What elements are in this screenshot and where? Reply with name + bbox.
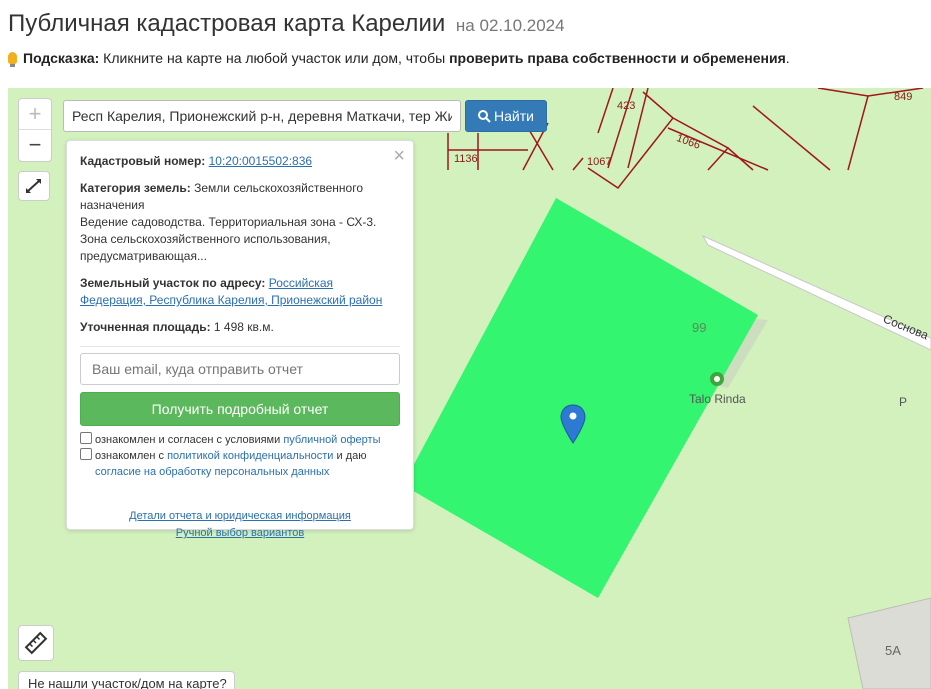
address-search-input[interactable] bbox=[63, 100, 461, 132]
poi-label[interactable]: Talo Rinda bbox=[689, 392, 746, 406]
email-input[interactable] bbox=[80, 353, 400, 385]
offer-text: ознакомлен и согласен с условиями bbox=[95, 434, 284, 446]
address-label: Земельный участок по адресу: bbox=[80, 276, 266, 290]
ruler-icon bbox=[24, 631, 48, 655]
hint-bold: проверить права собственности и обремене… bbox=[449, 50, 786, 66]
zoom-out-button[interactable]: − bbox=[19, 130, 51, 160]
offer-checkbox-row: ознакомлен и согласен с условиями публич… bbox=[80, 432, 400, 448]
hint-text: Кликните на карте на любой участок или д… bbox=[99, 50, 450, 66]
title-text: Публичная кадастровая карта Карелии bbox=[8, 10, 446, 37]
parcel-info-card: × Кадастровый номер: 10:20:0015502:836 К… bbox=[66, 140, 414, 539]
hint-label: Подсказка: bbox=[23, 50, 100, 66]
privacy-checkbox[interactable] bbox=[80, 448, 92, 460]
get-report-button[interactable]: Получить подробный отчет bbox=[80, 392, 400, 426]
parking-label: P bbox=[899, 395, 908, 409]
map-label-1067: 1067 bbox=[587, 156, 612, 168]
card-links: Детали отчета и юридическая информация Р… bbox=[80, 508, 400, 542]
map-label-1136: 1136 bbox=[454, 153, 478, 165]
close-icon[interactable]: × bbox=[393, 145, 405, 168]
not-found-button[interactable]: Не нашли участок/дом на карте? bbox=[18, 671, 235, 689]
zoom-in-button[interactable]: + bbox=[19, 99, 51, 130]
map-label-5a: 5A bbox=[885, 643, 901, 658]
zoom-control: + − bbox=[18, 98, 52, 162]
lightbulb-icon bbox=[8, 52, 17, 67]
privacy-checkbox-row: ознакомлен с политикой конфиденциальност… bbox=[80, 448, 400, 480]
expand-icon bbox=[26, 179, 41, 193]
privacy-text: ознакомлен с bbox=[95, 450, 168, 462]
category-desc: Ведение садоводства. Территориальная зон… bbox=[80, 215, 377, 263]
area-value: 1 498 кв.м. bbox=[210, 320, 274, 334]
cad-label: Кадастровый номер: bbox=[80, 154, 206, 168]
privacy-mid: и даю bbox=[333, 450, 367, 462]
cad-number-link[interactable]: 10:20:0015502:836 bbox=[209, 154, 312, 168]
title-date: на 02.10.2024 bbox=[455, 16, 565, 35]
hint-end: . bbox=[785, 50, 790, 66]
cadastral-map[interactable]: 423 1066 1136 1067 849 99 Talo Rinda Сос… bbox=[8, 88, 931, 689]
find-button[interactable]: Найти bbox=[465, 100, 547, 132]
map-label-849: 849 bbox=[894, 91, 913, 103]
search-icon bbox=[478, 110, 491, 123]
map-label-99: 99 bbox=[692, 320, 707, 335]
map-label-423: 423 bbox=[617, 100, 636, 112]
manual-choice-link[interactable]: Ручной выбор вариантов bbox=[176, 527, 304, 539]
offer-checkbox[interactable] bbox=[80, 432, 92, 444]
consent-link[interactable]: согласие на обработку персональных данны… bbox=[80, 466, 329, 478]
find-button-label: Найти bbox=[494, 108, 534, 124]
ruler-button[interactable] bbox=[18, 625, 54, 661]
page-title: Публичная кадастровая карта Карелии на 0… bbox=[8, 10, 565, 38]
offer-link[interactable]: публичной оферты bbox=[283, 434, 380, 446]
divider bbox=[80, 346, 400, 347]
hint-line: Подсказка: Кликните на карте на любой уч… bbox=[8, 50, 790, 67]
privacy-link[interactable]: политикой конфиденциальности bbox=[167, 450, 333, 462]
details-link[interactable]: Детали отчета и юридическая информация bbox=[129, 510, 351, 522]
area-label: Уточненная площадь: bbox=[80, 320, 211, 334]
fullscreen-button[interactable] bbox=[18, 171, 50, 201]
category-label: Категория земель: bbox=[80, 181, 191, 195]
